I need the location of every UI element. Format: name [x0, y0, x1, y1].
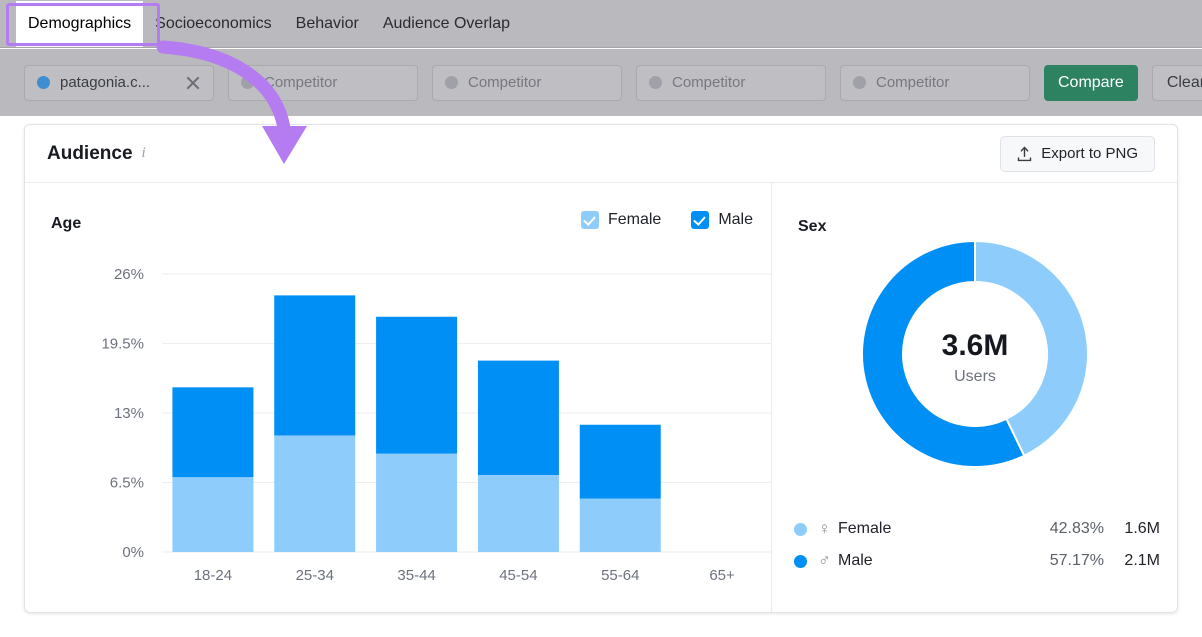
- tab-label: Demographics: [28, 15, 132, 32]
- donut-center-value: 3.6M: [941, 329, 1009, 362]
- card-body: Age Female Male 0% 6.5% 13% 19.5% 26% 18-24 25…: [25, 183, 1177, 612]
- sex-legend-row-female[interactable]: ♀ Female 42.83% 1.6M: [794, 513, 1160, 545]
- bar-segment-female[interactable]: [172, 477, 254, 552]
- x-axis-tick-label: 65+: [709, 567, 735, 584]
- audience-card: Audience i Export to PNG Age Female Male…: [24, 124, 1178, 613]
- male-color-dot-icon: [794, 554, 807, 568]
- sex-legend-users: 2.1M: [1124, 552, 1160, 569]
- bar-segment-female[interactable]: [477, 475, 559, 552]
- competitor-label: Competitor: [468, 74, 542, 91]
- tab-audience-overlap[interactable]: Audience Overlap: [371, 1, 522, 47]
- x-axis-tick-label: 18-24: [194, 567, 232, 584]
- tab-bar: Demographics Socioeconomics Behavior Aud…: [0, 0, 1202, 48]
- competitor-bar: patagonia.c... Competitor Competitor Com…: [0, 49, 1202, 116]
- export-to-png-button[interactable]: Export to PNG: [1000, 135, 1155, 172]
- competitor-pill-4[interactable]: Competitor: [840, 64, 1030, 101]
- card-header: Audience i Export to PNG: [25, 125, 1177, 183]
- tab-label: Behavior: [295, 15, 359, 32]
- donut-svg: [861, 241, 1089, 468]
- upload-icon: [1018, 146, 1032, 161]
- x-axis-tick-label: 25-34: [296, 567, 334, 584]
- age-panel: Age Female Male 0% 6.5% 13% 19.5% 26% 18-24 25…: [25, 183, 772, 612]
- tab-label: Audience Overlap: [382, 15, 510, 32]
- sex-legend-users: 1.6M: [1124, 520, 1160, 537]
- sex-legend-name: Male: [838, 552, 873, 569]
- competitor-label: patagonia.c...: [60, 74, 151, 91]
- sex-panel-title: Sex: [798, 218, 827, 235]
- compare-button[interactable]: Compare: [1044, 64, 1138, 101]
- tab-demographics[interactable]: Demographics: [16, 1, 144, 47]
- competitor-label: Competitor: [672, 74, 746, 91]
- x-axis-tick-label: 55-64: [601, 567, 639, 584]
- female-symbol-icon: ♀: [818, 519, 831, 538]
- competitor-pill-1[interactable]: Competitor: [228, 64, 418, 101]
- male-symbol-icon: ♂: [818, 551, 831, 570]
- competitor-label: Competitor: [876, 74, 950, 91]
- bar-segment-male[interactable]: [477, 360, 559, 476]
- clear-button[interactable]: Clear: [1151, 64, 1202, 101]
- bar-segment-female[interactable]: [274, 435, 356, 552]
- female-color-dot-icon: [794, 522, 807, 536]
- competitor-pill-2[interactable]: Competitor: [432, 64, 622, 101]
- app-root: Demographics Socioeconomics Behavior Aud…: [0, 0, 1202, 637]
- sex-legend: ♀ Female 42.83% 1.6M ♂ Male 57.17% 2.1M: [794, 513, 1160, 577]
- export-button-label: Export to PNG: [1041, 145, 1138, 162]
- tab-socioeconomics[interactable]: Socioeconomics: [143, 1, 284, 47]
- grey-dot-icon: [853, 76, 866, 89]
- bar-segment-male[interactable]: [172, 387, 254, 478]
- bar-segment-female[interactable]: [376, 453, 458, 552]
- sex-panel: Sex 3.6M Users ♀ Female 42.83% 1.6M ♂ Ma…: [772, 183, 1177, 612]
- bar-segment-male[interactable]: [579, 424, 661, 499]
- sex-donut-chart: 3.6M Users: [772, 241, 1177, 491]
- competitor-pill-0[interactable]: patagonia.c...: [24, 64, 214, 101]
- y-axis-tick-label: 19.5%: [101, 336, 144, 353]
- sex-legend-row-male[interactable]: ♂ Male 57.17% 2.1M: [794, 545, 1160, 577]
- tab-list: Demographics Socioeconomics Behavior Aud…: [0, 0, 1202, 48]
- tab-behavior[interactable]: Behavior: [284, 1, 371, 47]
- sex-legend-name: Female: [838, 520, 892, 537]
- blue-dot-icon: [37, 76, 50, 89]
- y-axis-tick-label: 6.5%: [110, 475, 144, 492]
- info-icon[interactable]: i: [142, 145, 146, 162]
- close-icon[interactable]: [185, 75, 201, 91]
- grey-dot-icon: [649, 76, 662, 89]
- bar-segment-male[interactable]: [376, 316, 458, 454]
- competitor-pill-3[interactable]: Competitor: [636, 64, 826, 101]
- page-title: Audience: [47, 142, 133, 164]
- donut-center-label: Users: [954, 368, 996, 385]
- x-axis-tick-label: 45-54: [499, 567, 537, 584]
- age-bar-chart: 0% 6.5% 13% 19.5% 26% 18-24 25-34 35-44 45-54 55-…: [101, 266, 772, 584]
- y-axis-tick-label: 0%: [122, 544, 144, 561]
- x-axis-tick-label: 35-44: [397, 567, 435, 584]
- y-axis-tick-label: 13%: [114, 405, 144, 422]
- bar-segment-female[interactable]: [579, 498, 661, 552]
- grey-dot-icon: [241, 76, 254, 89]
- sex-legend-percent: 57.17%: [1049, 552, 1104, 569]
- tab-label: Socioeconomics: [155, 15, 272, 32]
- competitor-label: Competitor: [264, 74, 338, 91]
- grey-dot-icon: [445, 76, 458, 89]
- y-axis-tick-label: 26%: [114, 266, 144, 283]
- bar-segment-male[interactable]: [274, 295, 356, 436]
- sex-legend-percent: 42.83%: [1049, 520, 1104, 537]
